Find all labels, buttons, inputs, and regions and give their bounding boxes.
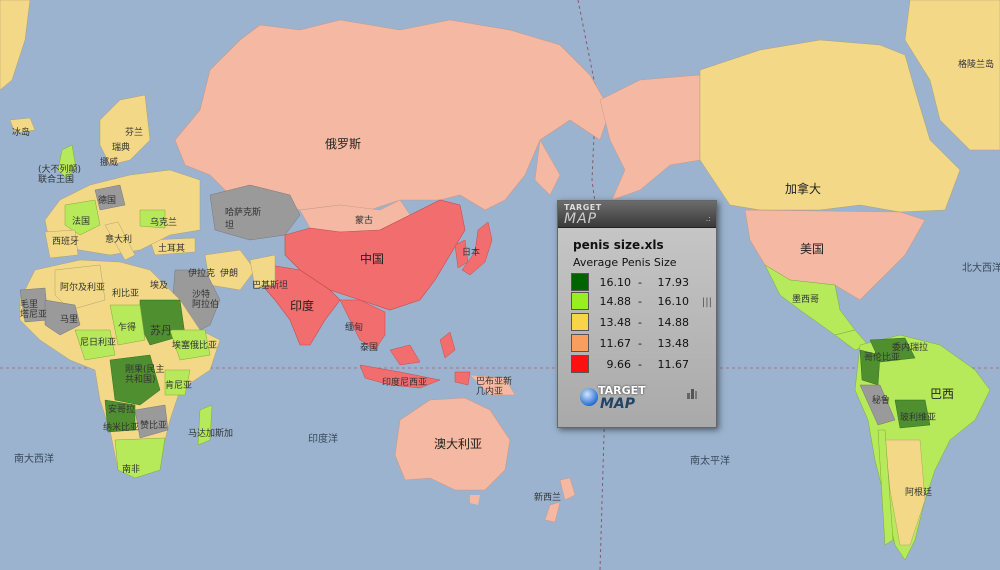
label-pakistan: 巴基斯坦	[252, 281, 289, 291]
label-indonesia: 印度尼西亚	[382, 378, 428, 388]
label-namibia: 纳米比亚	[103, 423, 140, 433]
label-newzealand: 新西兰	[534, 493, 562, 503]
label-egypt: 埃及	[150, 281, 169, 291]
legend-row: 9.66 - 11.67	[571, 355, 701, 373]
label-uk: (大不列颠) 联合王国	[38, 165, 82, 185]
label-madagascar: 马达加斯加	[188, 429, 234, 439]
range-low: 14.88	[599, 295, 632, 308]
label-south-pacific: 南太平洋	[690, 456, 730, 467]
label-thailand: 泰国	[360, 343, 379, 353]
label-chad: 乍得	[118, 323, 137, 333]
range-high: 16.10	[657, 295, 690, 308]
label-finland: 芬兰	[125, 128, 144, 138]
grip-icon[interactable]: .:	[706, 214, 711, 223]
label-ethiopia: 埃塞俄比亚	[172, 341, 218, 351]
range-separator: -	[638, 295, 642, 308]
swatch	[571, 355, 589, 373]
label-germany: 德国	[98, 196, 117, 206]
label-iraq: 伊拉克	[188, 269, 216, 279]
range-low: 13.48	[599, 316, 632, 329]
brand-bottom: MAP	[564, 211, 598, 227]
swatch	[571, 313, 589, 331]
madagascar	[197, 404, 213, 446]
label-myanmar: 缅甸	[345, 323, 364, 333]
resize-handle-icon[interactable]: |||	[702, 297, 712, 308]
range-low: 9.66	[606, 358, 632, 371]
range-low: 11.67	[599, 337, 632, 350]
label-australia: 澳大利亚	[434, 437, 483, 451]
label-canada: 加拿大	[785, 182, 822, 196]
label-usa: 美国	[800, 242, 825, 256]
globe-icon	[580, 388, 598, 406]
label-mexico: 墨西哥	[792, 295, 820, 305]
label-bolivia: 玻利维亚	[900, 413, 937, 423]
label-indian-ocean: 印度洋	[308, 434, 338, 445]
label-ukraine: 乌克兰	[150, 218, 178, 228]
label-china: 中国	[360, 252, 385, 266]
label-southafrica: 南非	[122, 465, 141, 475]
label-france: 法国	[72, 217, 91, 227]
footer-brand-bottom: MAP	[600, 396, 636, 412]
label-nigeria: 尼日利亚	[80, 338, 117, 348]
label-russia: 俄罗斯	[325, 137, 362, 151]
label-brazil: 巴西	[930, 387, 955, 401]
swatch	[571, 273, 589, 291]
label-sudan: 苏丹	[150, 324, 172, 337]
label-zambia: 赞比亚	[140, 421, 168, 431]
legend-header[interactable]: TARGET MAP .:	[558, 201, 716, 228]
legend-row: 16.10 - 17.93	[571, 273, 701, 291]
bar-chart-icon[interactable]	[686, 387, 698, 399]
range-high: 13.48	[657, 337, 690, 350]
legend-row: 11.67 - 13.48	[571, 334, 701, 352]
label-kenya: 肯尼亚	[165, 381, 193, 391]
range-high: 11.67	[657, 358, 690, 371]
range-high: 14.88	[657, 316, 690, 329]
label-norway: 挪威	[100, 158, 119, 168]
label-congo: 刚果(民主 共和国)	[125, 365, 165, 385]
label-italy: 意大利	[105, 235, 133, 245]
label-argentina: 阿根廷	[905, 488, 933, 498]
range-separator: -	[638, 276, 642, 289]
label-sweden: 瑞典	[112, 143, 131, 153]
label-saudi: 沙特 阿拉伯	[192, 290, 220, 310]
label-mauritania: 毛里 塔尼亚	[20, 300, 48, 320]
targetmap-logo[interactable]: TARGET MAP	[580, 384, 670, 414]
swatch	[571, 292, 589, 310]
label-mali: 马里	[60, 315, 79, 325]
label-peru: 秘鲁	[872, 396, 891, 406]
label-algeria: 阿尔及利亚	[60, 283, 106, 293]
range-high: 17.93	[657, 276, 690, 289]
label-angola: 安哥拉	[108, 405, 136, 415]
label-libya: 利比亚	[112, 289, 140, 299]
label-mongolia: 蒙古	[355, 216, 374, 226]
swatch	[571, 334, 589, 352]
label-india: 印度	[290, 299, 315, 313]
label-north-atlantic: 北大西洋	[962, 263, 1000, 274]
label-iran: 伊朗	[220, 269, 239, 279]
range-separator: -	[638, 316, 642, 329]
label-iceland: 冰岛	[12, 128, 31, 138]
label-kazakhstan: 哈萨克斯坦	[225, 208, 262, 231]
label-turkey: 土耳其	[158, 244, 186, 254]
legend-row: 13.48 - 14.88	[571, 313, 701, 331]
label-colombia: 哥伦比亚	[864, 353, 901, 363]
legend-title: penis size.xls	[573, 238, 664, 252]
legend-subtitle: Average Penis Size	[573, 256, 677, 269]
label-japan: 日本	[462, 248, 481, 258]
label-spain: 西班牙	[52, 237, 80, 247]
label-png: 巴布亚新 几内亚	[476, 377, 513, 397]
legend-row: 14.88 - 16.10	[571, 292, 701, 310]
range-low: 16.10	[599, 276, 632, 289]
legend-panel[interactable]: TARGET MAP .: penis size.xls Average Pen…	[557, 200, 717, 428]
range-separator: -	[638, 358, 642, 371]
range-separator: -	[638, 337, 642, 350]
label-south-atlantic: 南大西洋	[14, 454, 54, 465]
label-greenland: 格陵兰岛	[958, 60, 995, 70]
